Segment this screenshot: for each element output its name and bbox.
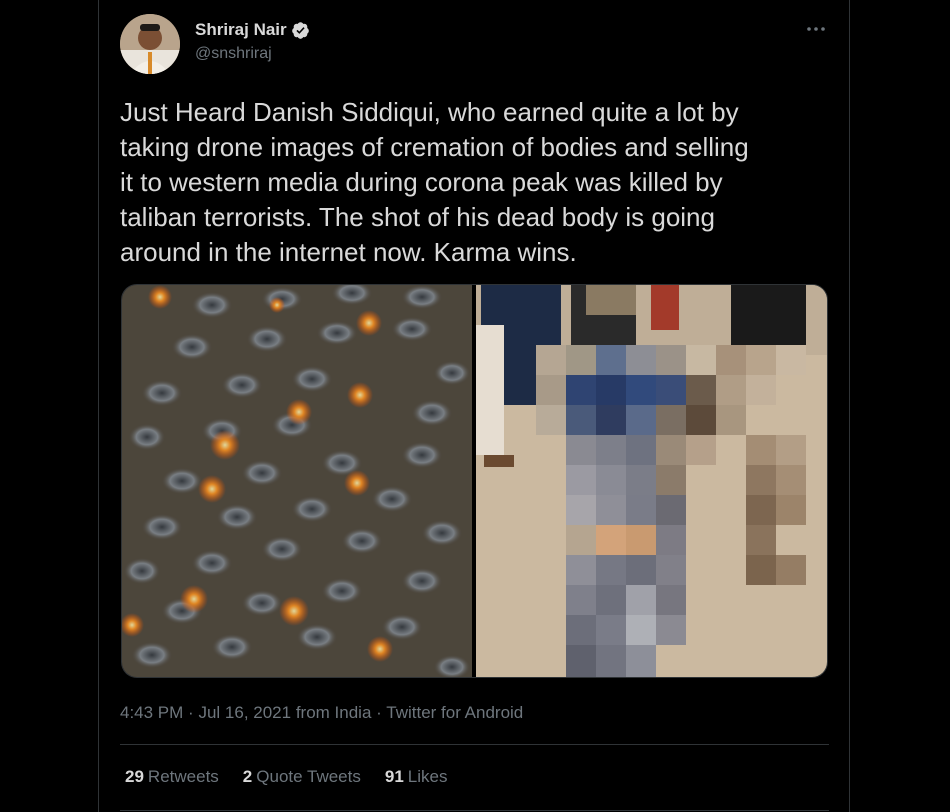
retweets-stat[interactable]: 29 Retweets: [125, 767, 219, 787]
tweet-stats: 29 Retweets 2 Quote Tweets 91 Likes: [125, 767, 447, 787]
likes-stat[interactable]: 91 Likes: [385, 767, 448, 787]
author-info: Shriraj Nair @snshriraj: [195, 19, 310, 63]
retweets-label: Retweets: [147, 767, 219, 786]
tweet-detail-column: Shriraj Nair @snshriraj Just Heard Danis…: [98, 0, 850, 812]
tweet-media[interactable]: [121, 284, 828, 678]
author-name[interactable]: Shriraj Nair: [195, 20, 287, 40]
avatar-image: [120, 14, 180, 74]
tweet-source[interactable]: Twitter for Android: [386, 703, 523, 722]
media-image-pixelated[interactable]: [476, 285, 827, 677]
tweet-time[interactable]: 4:43 PM: [120, 703, 183, 722]
tweet-text: Just Heard Danish Siddiqui, who earned q…: [120, 97, 749, 267]
more-options-icon[interactable]: [803, 18, 829, 40]
divider: [120, 810, 829, 811]
tweet-meta: 4:43 PM · Jul 16, 2021 from India · Twit…: [120, 703, 523, 723]
divider: [120, 744, 829, 745]
quote-tweets-label: Quote Tweets: [256, 767, 361, 786]
tweet-location: from India: [295, 703, 372, 722]
quote-tweets-stat[interactable]: 2 Quote Tweets: [243, 767, 361, 787]
verified-badge-icon: [291, 21, 310, 40]
quote-tweets-count: 2: [242, 767, 253, 786]
likes-label: Likes: [407, 767, 448, 786]
meta-separator: ·: [188, 703, 194, 722]
meta-separator: ·: [376, 703, 382, 722]
media-image-cremation-aerial[interactable]: [122, 285, 472, 677]
tweet-date[interactable]: Jul 16, 2021: [198, 703, 291, 722]
retweets-count: 29: [125, 767, 144, 786]
avatar[interactable]: [120, 14, 180, 74]
likes-count: 91: [384, 767, 404, 786]
author-handle[interactable]: @snshriraj: [195, 45, 310, 63]
